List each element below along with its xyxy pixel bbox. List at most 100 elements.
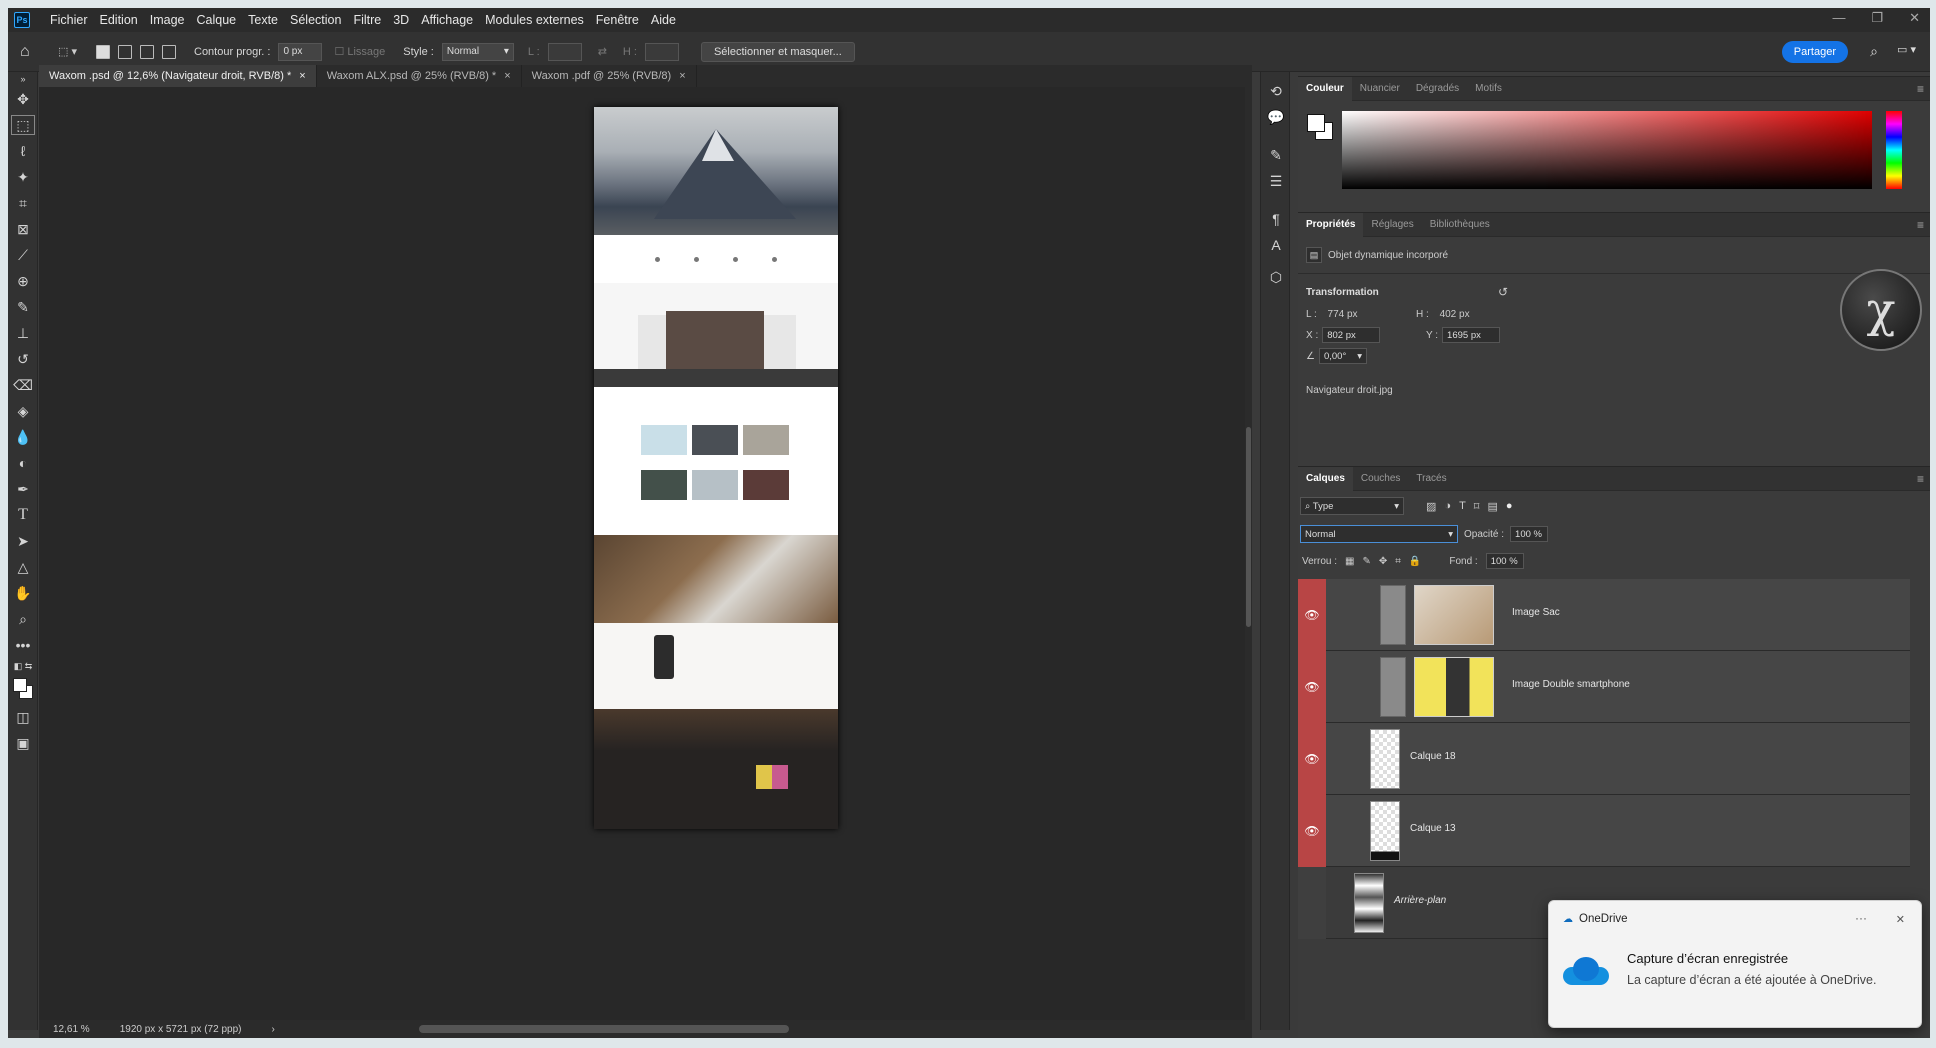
layer-filter-select[interactable]: ⌕ Type ▾ <box>1300 497 1404 515</box>
shape-tool-icon[interactable]: △ <box>8 554 38 580</box>
menu-fichier[interactable]: Fichier <box>44 13 94 27</box>
visibility-eye-icon[interactable]: 👁 <box>1298 651 1326 723</box>
menu-fenetre[interactable]: Fenêtre <box>590 13 645 27</box>
visibility-toggle-empty[interactable] <box>1298 867 1326 939</box>
frame-tool-icon[interactable]: ⊠ <box>8 216 38 242</box>
layer-row[interactable]: 👁 Image Double smartphone <box>1298 651 1910 723</box>
filter-pixel-icon[interactable]: ▨ <box>1426 500 1436 513</box>
hue-slider[interactable] <box>1886 111 1902 189</box>
width-input[interactable] <box>547 42 582 61</box>
feather-input[interactable]: 0 px <box>278 42 323 61</box>
dodge-tool-icon[interactable]: ◐ <box>8 450 38 476</box>
eraser-tool-icon[interactable]: ⌫ <box>8 372 38 398</box>
opacity-input[interactable]: 100 % <box>1510 526 1549 542</box>
lasso-tool-icon[interactable]: ℓ <box>8 138 38 164</box>
h-value[interactable]: 402 px <box>1440 309 1470 320</box>
horizontal-scrollbar[interactable] <box>419 1025 789 1033</box>
default-colors-icon[interactable]: ◧ ⇆ <box>8 658 38 674</box>
swap-icon[interactable]: ⇄ <box>598 45 607 58</box>
x-input[interactable]: 802 px <box>1322 327 1381 343</box>
tab-couches[interactable]: Couches <box>1353 467 1408 491</box>
comments-panel-icon[interactable]: 💬 <box>1261 104 1291 130</box>
lock-all-icon[interactable]: 🔒 <box>1409 556 1421 567</box>
subtract-selection-icon[interactable] <box>140 44 154 59</box>
hand-tool-icon[interactable]: ✋ <box>8 580 38 606</box>
menu-edition[interactable]: Edition <box>94 13 144 27</box>
close-icon[interactable]: ✕ <box>1909 10 1920 26</box>
menu-calque[interactable]: Calque <box>191 13 243 27</box>
foreground-color-swatch[interactable] <box>13 678 27 692</box>
blur-tool-icon[interactable]: 💧 <box>8 424 38 450</box>
doc-tab-waxom-alx[interactable]: Waxom ALX.psd @ 25% (RVB/8) * × <box>317 65 522 87</box>
adjust-panel-icon[interactable]: ☰ <box>1261 168 1291 194</box>
eyedropper-tool-icon[interactable]: ⟋ <box>8 242 38 268</box>
quick-mask-icon[interactable]: ◫ <box>8 704 38 730</box>
more-options-icon[interactable]: ··· <box>1855 911 1867 925</box>
panel-menu-icon[interactable]: ≡ <box>1917 218 1924 232</box>
new-selection-icon[interactable] <box>96 44 110 59</box>
history-panel-icon[interactable]: ⟲ <box>1261 78 1291 104</box>
home-icon[interactable]: ⌂ <box>20 43 50 61</box>
menu-affichage[interactable]: Affichage <box>415 13 479 27</box>
healing-tool-icon[interactable]: ⊕ <box>8 268 38 294</box>
filter-shape-icon[interactable]: ⌑ <box>1474 500 1480 513</box>
fill-input[interactable]: 100 % <box>1485 553 1524 569</box>
magic-wand-tool-icon[interactable]: ✦ <box>8 164 38 190</box>
zoom-level[interactable]: 12,61 % <box>53 1024 90 1035</box>
paint-bucket-icon[interactable]: ◈ <box>8 398 38 424</box>
layer-name[interactable]: Image Sac <box>1512 607 1560 618</box>
filter-toggle-icon[interactable]: ● <box>1506 500 1513 512</box>
layer-name[interactable]: Calque 18 <box>1410 751 1456 762</box>
3d-panel-icon[interactable]: ⬡ <box>1261 264 1291 290</box>
paragraph-panel-icon[interactable]: ¶ <box>1261 206 1291 232</box>
doc-tab-waxom-psd[interactable]: Waxom .psd @ 12,6% (Navigateur droit, RV… <box>39 65 317 87</box>
visibility-eye-icon[interactable]: 👁 <box>1298 795 1326 867</box>
search-icon[interactable]: ⌕ <box>1870 43 1878 60</box>
share-button[interactable]: Partager <box>1781 41 1848 63</box>
panel-menu-icon[interactable]: ≡ <box>1917 472 1924 486</box>
filter-adjust-icon[interactable]: ◑ <box>1444 500 1451 512</box>
y-input[interactable]: 1695 px <box>1442 327 1501 343</box>
type-tool-icon[interactable]: T <box>8 502 38 528</box>
intersect-selection-icon[interactable] <box>162 44 176 59</box>
lock-position-icon[interactable]: ✥ <box>1379 556 1387 567</box>
tab-degrades[interactable]: Dégradés <box>1408 77 1467 101</box>
filter-smart-icon[interactable]: ▤ <box>1487 500 1497 513</box>
tab-calques[interactable]: Calques <box>1298 466 1353 491</box>
height-input[interactable] <box>644 42 679 61</box>
layer-name[interactable]: Image Double smartphone <box>1512 679 1630 690</box>
menu-3d[interactable]: 3D <box>387 13 415 27</box>
history-brush-icon[interactable]: ↺ <box>8 346 38 372</box>
panel-menu-icon[interactable]: ≡ <box>1917 82 1924 96</box>
onedrive-notification[interactable]: ☁ OneDrive ··· ✕ Capture d’écran enregis… <box>1548 900 1922 1028</box>
tab-proprietes[interactable]: Propriétés <box>1298 212 1364 237</box>
path-selection-icon[interactable]: ➤ <box>8 528 38 554</box>
screen-mode-icon[interactable]: ▣ <box>8 730 38 756</box>
tab-reglages[interactable]: Réglages <box>1363 213 1421 237</box>
scroll-thumb[interactable] <box>1246 427 1251 627</box>
fg-bg-swatch[interactable] <box>1306 113 1334 141</box>
close-tab-icon[interactable]: × <box>299 70 305 82</box>
status-menu-arrow[interactable]: › <box>271 1024 274 1035</box>
canvas-vertical-scrollbar[interactable] <box>1245 87 1252 1020</box>
zoom-tool-icon[interactable]: ⌕ <box>8 606 38 632</box>
visibility-eye-icon[interactable]: 👁 <box>1298 723 1326 795</box>
brushes-panel-icon[interactable]: ✎ <box>1261 142 1291 168</box>
menu-filtre[interactable]: Filtre <box>347 13 387 27</box>
tab-traces[interactable]: Tracés <box>1408 467 1454 491</box>
w-value[interactable]: 774 px <box>1328 309 1358 320</box>
stamp-tool-icon[interactable]: ⊥ <box>8 320 38 346</box>
marquee-preset-icon[interactable]: ⬚ ▾ <box>58 45 88 58</box>
tab-bibliotheques[interactable]: Bibliothèques <box>1422 213 1498 237</box>
add-selection-icon[interactable] <box>118 44 132 59</box>
menu-texte[interactable]: Texte <box>242 13 284 27</box>
foreground-swatch[interactable] <box>1307 114 1325 132</box>
color-field[interactable] <box>1342 111 1872 189</box>
menu-selection[interactable]: Sélection <box>284 13 347 27</box>
reset-transform-icon[interactable]: ↺ <box>1498 285 1508 299</box>
color-swatches[interactable] <box>8 674 38 704</box>
lock-transparent-icon[interactable]: ▦ <box>1345 556 1354 567</box>
layer-name[interactable]: Calque 13 <box>1410 823 1456 834</box>
crop-tool-icon[interactable]: ⌗ <box>8 190 38 216</box>
visibility-eye-icon[interactable]: 👁 <box>1298 579 1326 651</box>
